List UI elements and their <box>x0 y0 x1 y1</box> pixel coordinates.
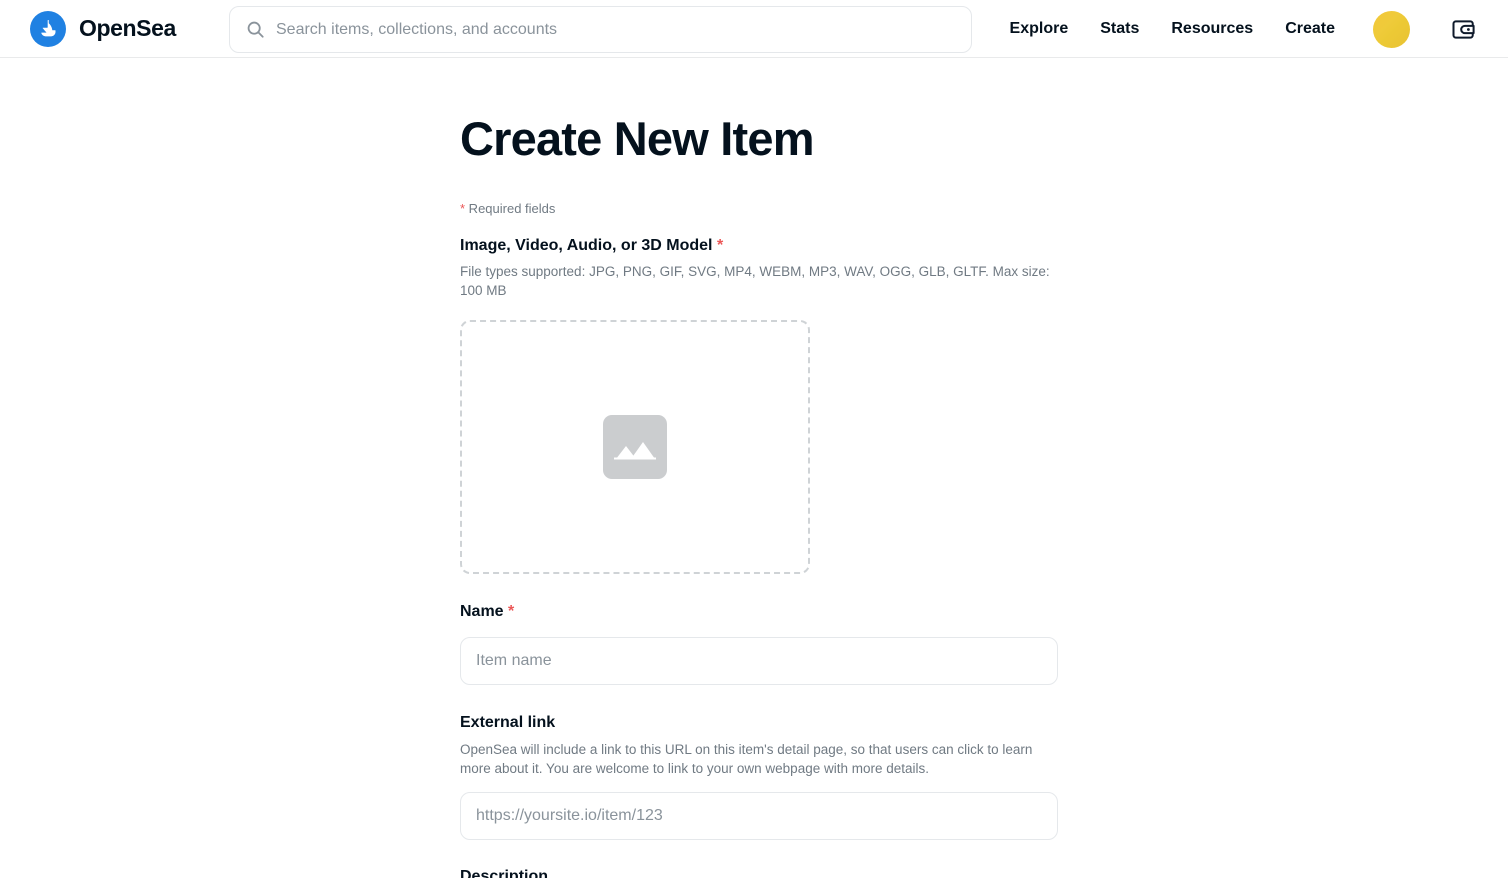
wallet-icon <box>1451 19 1475 39</box>
search-icon <box>247 21 264 38</box>
create-item-page: Create New Item * Required fields Image,… <box>0 58 1508 878</box>
media-field-help: File types supported: JPG, PNG, GIF, SVG… <box>460 264 1050 298</box>
name-input[interactable] <box>460 637 1058 686</box>
brand-name: OpenSea <box>79 15 176 41</box>
main-navigation: Explore Stats Resources Create <box>994 0 1486 58</box>
nav-link-explore[interactable]: Explore <box>994 0 1085 58</box>
name-required-asterisk: * <box>508 603 515 621</box>
search-input[interactable] <box>276 7 955 52</box>
required-fields-label: Required fields <box>465 200 556 216</box>
required-fields-note: * Required fields <box>460 202 1508 215</box>
external-link-input[interactable] <box>460 792 1058 841</box>
page-title: Create New Item <box>460 112 815 165</box>
external-link-help: OpenSea will include a link to this URL … <box>460 742 1033 776</box>
description-section: Description The description will be incl… <box>460 867 1508 878</box>
name-section: Name * <box>460 602 1508 686</box>
media-field-label: Image, Video, Audio, or 3D Model * <box>460 236 1508 257</box>
media-upload-section: Image, Video, Audio, or 3D Model * File … <box>460 236 1508 575</box>
search-bar[interactable] <box>229 6 972 53</box>
wallet-button[interactable] <box>1448 14 1478 44</box>
media-required-asterisk: * <box>716 236 724 254</box>
nav-link-resources[interactable]: Resources <box>1155 0 1269 58</box>
name-label-text: Name <box>460 603 504 621</box>
file-dropzone[interactable] <box>460 320 810 575</box>
name-field-label: Name * <box>460 602 1508 623</box>
sailboat-icon <box>30 10 66 47</box>
description-label: Description <box>460 868 549 878</box>
external-link-label: External link <box>460 714 556 732</box>
site-header: OpenSea Explore Stats Resources Create <box>0 0 1508 58</box>
external-link-section: External link OpenSea will include a lin… <box>460 713 1508 841</box>
nav-link-create[interactable]: Create <box>1269 0 1351 58</box>
opensea-logo-link[interactable]: OpenSea <box>30 10 176 47</box>
avatar[interactable] <box>1373 10 1410 48</box>
image-placeholder-icon <box>603 415 667 480</box>
nav-link-stats[interactable]: Stats <box>1084 0 1155 58</box>
media-label-text: Image, Video, Audio, or 3D Model <box>460 236 713 254</box>
